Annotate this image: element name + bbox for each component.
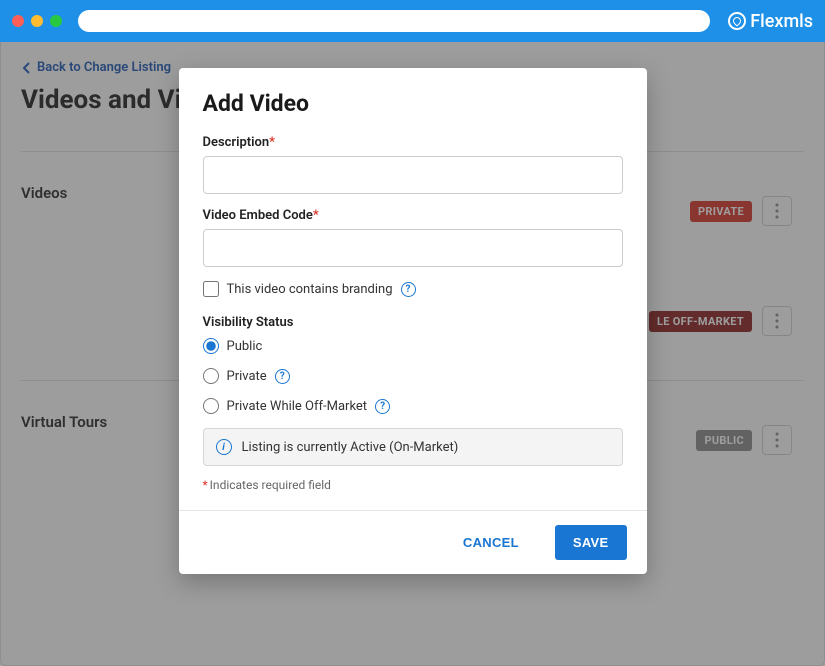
modal-footer: CANCEL SAVE	[179, 510, 647, 574]
embed-input[interactable]	[203, 229, 623, 267]
radio-offmkt-row: Private While Off-Market ?	[203, 398, 623, 414]
radio-public[interactable]	[203, 338, 219, 354]
help-icon[interactable]: ?	[375, 399, 390, 414]
required-marker: *	[269, 135, 275, 150]
radio-public-row: Public	[203, 338, 623, 354]
info-icon: i	[216, 439, 232, 455]
url-bar[interactable]	[78, 10, 710, 32]
branding-checkbox-row: This video contains branding ?	[203, 281, 623, 297]
branding-checkbox[interactable]	[203, 281, 219, 297]
description-label: Description*	[203, 135, 623, 150]
minimize-window-icon[interactable]	[31, 15, 43, 27]
branding-label: This video contains branding	[227, 282, 393, 297]
cancel-button[interactable]: CANCEL	[445, 525, 537, 560]
help-icon[interactable]: ?	[401, 282, 416, 297]
required-note: *Indicates required field	[203, 478, 623, 492]
maximize-window-icon[interactable]	[50, 15, 62, 27]
radio-public-label: Public	[227, 339, 263, 354]
traffic-lights	[12, 15, 62, 27]
info-text: Listing is currently Active (On-Market)	[242, 440, 459, 455]
brand-label: Flexmls	[750, 11, 813, 32]
brand: Flexmls	[728, 11, 813, 32]
required-marker: *	[313, 208, 319, 223]
info-bar: i Listing is currently Active (On-Market…	[203, 428, 623, 466]
radio-private-label: Private	[227, 369, 267, 384]
description-input[interactable]	[203, 156, 623, 194]
embed-label: Video Embed Code*	[203, 208, 623, 223]
radio-offmkt[interactable]	[203, 398, 219, 414]
brand-icon	[728, 12, 746, 30]
radio-offmkt-label: Private While Off-Market	[227, 399, 368, 414]
visibility-label: Visibility Status	[203, 315, 623, 330]
modal-title: Add Video	[203, 90, 623, 117]
add-video-modal: Add Video Description* Video Embed Code*…	[179, 68, 647, 574]
save-button[interactable]: SAVE	[555, 525, 627, 560]
browser-chrome: Flexmls	[0, 0, 825, 42]
close-window-icon[interactable]	[12, 15, 24, 27]
help-icon[interactable]: ?	[275, 369, 290, 384]
radio-private-row: Private ?	[203, 368, 623, 384]
radio-private[interactable]	[203, 368, 219, 384]
